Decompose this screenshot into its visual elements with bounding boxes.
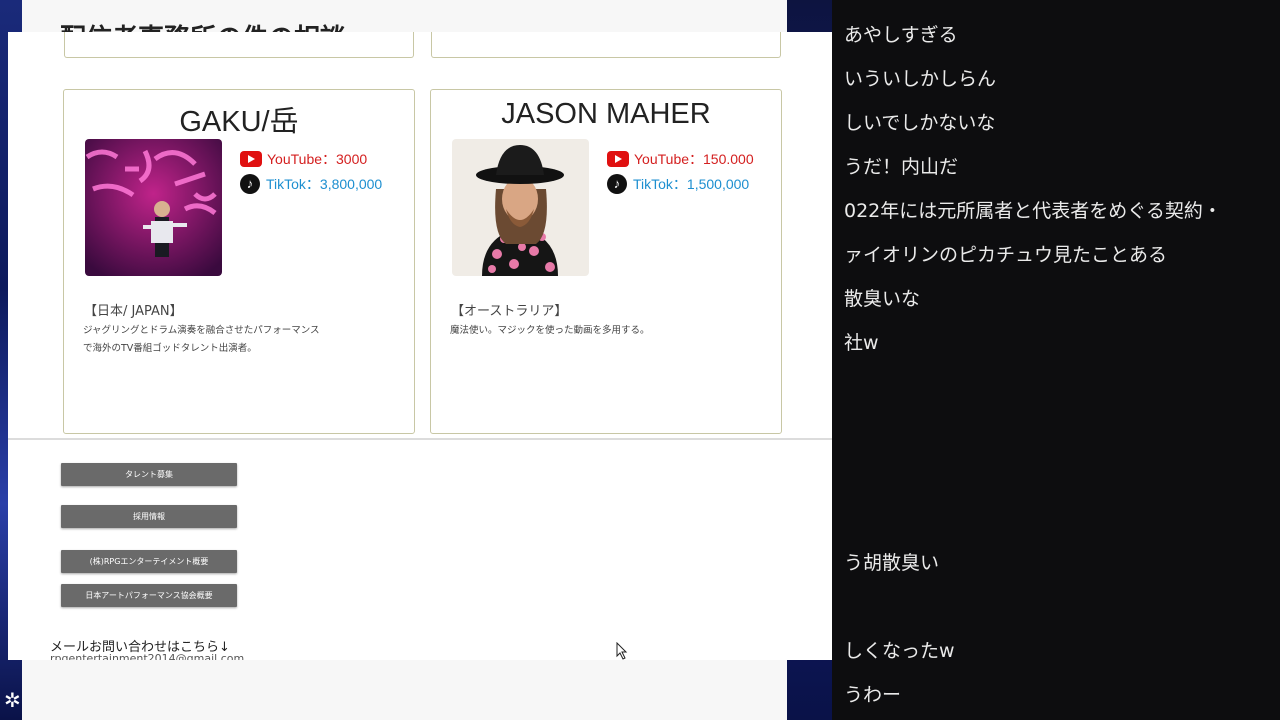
youtube-stat: YouTube：150.000 [607,147,754,171]
chat-message: あやしすぎる [844,24,958,46]
youtube-count: YouTube：150.000 [634,151,754,167]
job-info-button[interactable]: 採用情報 [61,505,237,528]
tiktok-count: TikTok：3,800,000 [266,176,383,192]
section-divider [8,438,866,440]
contact-email-link[interactable]: rpgentertainment2014@gmail.com [50,652,244,660]
talent-card-jason-maher: JASON MAHER YouTube：150.000 ♪ TikTok：1,5… [430,89,782,434]
description-line: ジャグリングとドラム演奏を融合させたパフォーマンス [83,325,320,336]
talent-name: JASON MAHER [501,98,711,130]
talent-description: ジャグリングとドラム演奏を融合させたパフォーマンス で海外のTV番組ゴッドタレン… [83,322,383,358]
chat-message: う胡散臭い [844,552,940,574]
talent-country: 【日本/ JAPAN】 [84,304,183,319]
talent-stats: YouTube：150.000 ♪ TikTok：1,500,000 [607,147,754,197]
association-overview-button[interactable]: 日本アートパフォーマンス協会概要 [61,584,237,607]
background-page-title: 配信者事務所の件の相談 [60,18,460,32]
tiktok-icon: ♪ [240,174,260,194]
youtube-icon [607,151,629,167]
close-icon[interactable]: ✲ [4,688,21,712]
tiktok-stat: ♪ TikTok：3,800,000 [240,172,382,196]
talent-country: 【オーストラリア】 [451,304,568,319]
youtube-count: YouTube：3000 [267,151,368,167]
talent-recruit-button[interactable]: タレント募集 [61,463,237,486]
description-line: で海外のTV番組ゴッドタレント出演者。 [83,343,257,354]
chat-message: ァイオリンのピカチュウ見たことある [844,244,1168,266]
previous-card-bottom-left [64,32,414,58]
cursor-icon [616,642,628,660]
chat-overlay: あやしすぎる いういしかしらん しいでしかないな うだ！内山だ 022年には元所… [832,0,1280,720]
chat-message: 022年には元所属者と代表者をめぐる契約・ [844,200,1222,222]
talent-page: GAKU/岳 YouTube：3000 ♪ TikTok：3,800,000 【… [8,32,866,660]
chat-message: しくなったw [844,640,955,662]
company-overview-button[interactable]: (株)RPGエンターテイメント概要 [61,550,237,573]
chat-message: うだ！内山だ [844,156,959,178]
youtube-stat: YouTube：3000 [240,147,382,171]
tiktok-icon: ♪ [607,174,627,194]
chat-message: 散臭いな [844,288,921,310]
description-line: 魔法使い。マジックを使った動画を多用する。 [450,325,650,336]
chat-message: いういしかしらん [844,68,997,90]
talent-photo [452,139,589,276]
talent-photo [85,139,222,276]
previous-card-bottom-right [431,32,781,58]
chat-message: しいでしかないな [844,112,996,134]
talent-name: GAKU/岳 [179,106,299,138]
tiktok-count: TikTok：1,500,000 [633,176,750,192]
talent-card-gaku: GAKU/岳 YouTube：3000 ♪ TikTok：3,800,000 【… [63,89,415,434]
talent-stats: YouTube：3000 ♪ TikTok：3,800,000 [240,147,382,197]
talent-description: 魔法使い。マジックを使った動画を多用する。 [450,322,750,340]
tiktok-stat: ♪ TikTok：1,500,000 [607,172,754,196]
chat-message: 社w [844,332,879,354]
youtube-icon [240,151,262,167]
chat-message: うわー [844,684,902,706]
